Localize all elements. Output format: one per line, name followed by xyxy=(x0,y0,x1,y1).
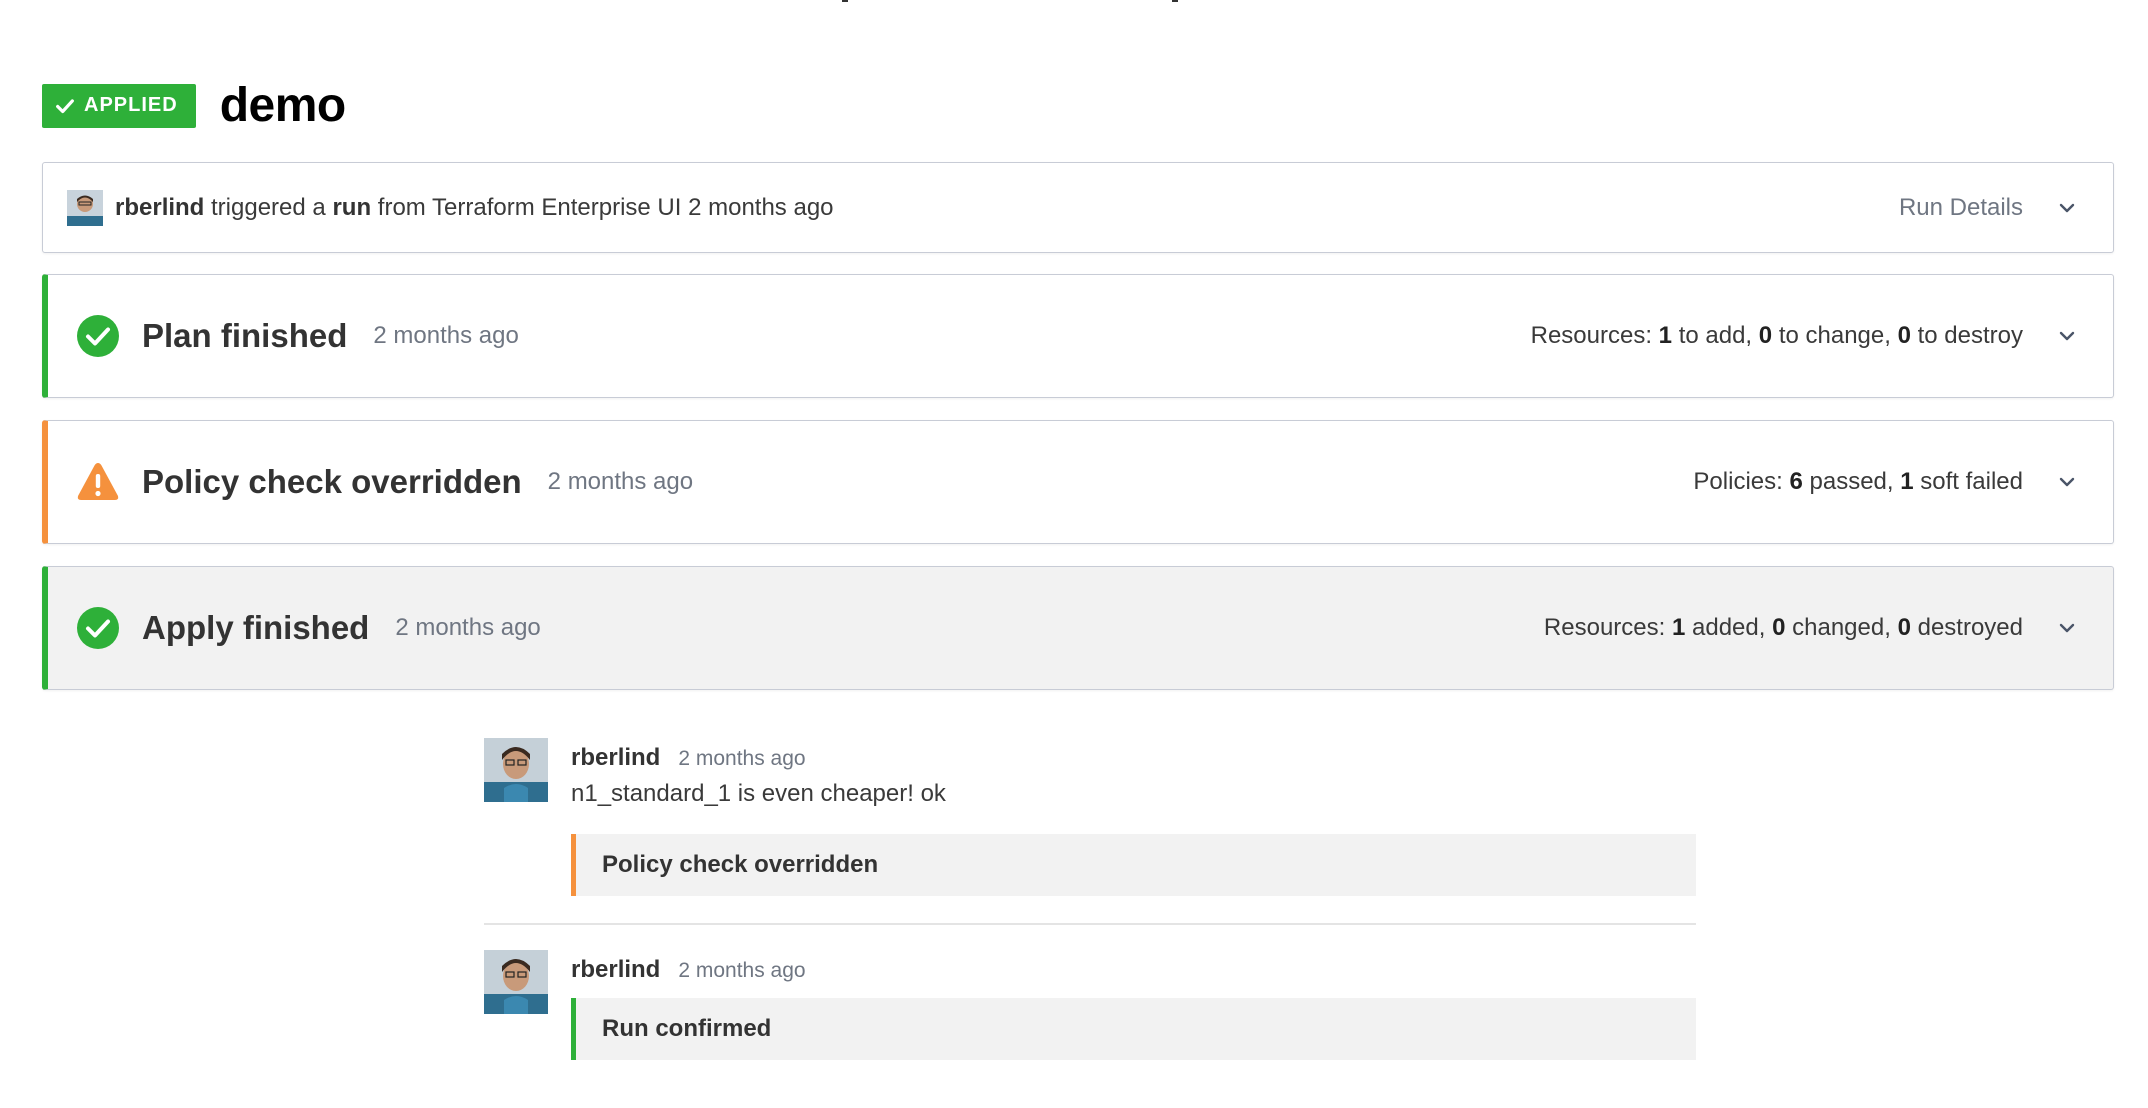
trigger-run-word: run xyxy=(332,193,372,221)
comment-time: 2 months ago xyxy=(678,747,806,770)
avatar xyxy=(67,189,103,226)
plan-phase-time: 2 months ago xyxy=(373,322,519,349)
apply-resource-summary: Resources: 1 added, 0 changed, 0 destroy… xyxy=(1543,614,2023,641)
plan-phase-title: Plan finished xyxy=(142,317,348,354)
plan-resource-summary: Resources: 1 to add, 0 to change, 0 to d… xyxy=(1530,322,2023,349)
comment-time: 2 months ago xyxy=(678,959,806,982)
comment-author[interactable]: rberlind xyxy=(571,744,660,772)
chevron-down-icon[interactable] xyxy=(2057,472,2077,492)
policy-summary: Policies: 6 passed, 1 soft failed xyxy=(1693,468,2023,495)
run-header: APPLIED demo xyxy=(42,78,346,133)
run-details-link[interactable]: Run Details xyxy=(1899,194,2023,222)
comment-author[interactable]: rberlind xyxy=(571,956,660,984)
top-edge-fragment xyxy=(842,0,848,2)
comment-event-policy-overridden: Policy check overridden xyxy=(571,834,1696,896)
chevron-down-icon[interactable] xyxy=(2057,198,2077,218)
policy-phase-title: Policy check overridden xyxy=(142,463,522,500)
comment-text: n1_standard_1 is even cheaper! ok xyxy=(571,780,946,807)
trigger-description: rberlind triggered a run from Terraform … xyxy=(115,194,834,222)
apply-phase-title: Apply finished xyxy=(142,609,370,646)
status-badge-label: APPLIED xyxy=(84,94,178,116)
plan-phase-card[interactable]: Plan finished 2 months ago Resources: 1 … xyxy=(42,274,2114,398)
apply-phase-card[interactable]: Apply finished 2 months ago Resources: 1… xyxy=(42,566,2114,690)
top-edge-fragment xyxy=(1172,0,1178,2)
avatar xyxy=(484,738,548,802)
policy-phase-time: 2 months ago xyxy=(547,468,694,495)
comment-event-run-confirmed: Run confirmed xyxy=(571,998,1696,1060)
warning-triangle-icon xyxy=(77,463,119,500)
trigger-user[interactable]: rberlind xyxy=(115,194,204,221)
success-circle-icon xyxy=(77,607,119,649)
check-icon xyxy=(56,98,74,113)
avatar xyxy=(484,950,548,1014)
success-circle-icon xyxy=(77,315,119,357)
apply-phase-time: 2 months ago xyxy=(395,614,541,641)
chevron-down-icon[interactable] xyxy=(2057,618,2077,638)
trigger-text-before: triggered a xyxy=(211,193,326,221)
chevron-down-icon[interactable] xyxy=(2057,326,2077,346)
status-badge: APPLIED xyxy=(42,83,196,128)
policy-check-phase-card[interactable]: Policy check overridden 2 months ago Pol… xyxy=(42,420,2114,544)
run-trigger-card[interactable]: rberlind triggered a run from Terraform … xyxy=(42,162,2114,253)
page-title: demo xyxy=(219,79,347,132)
trigger-text-after: from Terraform Enterprise UI 2 months ag… xyxy=(377,193,834,221)
divider xyxy=(484,923,1696,925)
